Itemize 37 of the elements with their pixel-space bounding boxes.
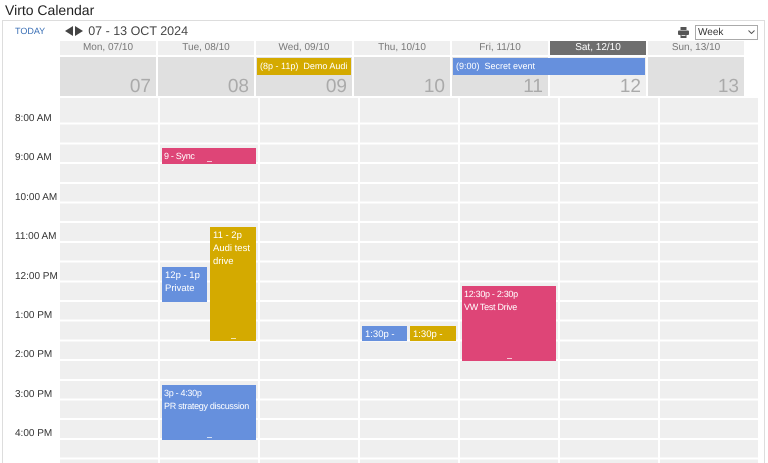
time-label: 3:00 PM — [15, 388, 52, 400]
app-title: Virto Calendar — [5, 2, 94, 18]
day-header[interactable]: Tue, 08/10 — [158, 41, 254, 55]
time-label: 8:00 AM — [15, 113, 52, 124]
all-day-event[interactable]: (9:00) Secret event — [453, 58, 645, 75]
time-label: 12:00 PM — [15, 270, 58, 282]
day-number: 12 — [620, 77, 641, 96]
previous-icon[interactable] — [65, 26, 74, 36]
day-header[interactable]: Mon, 07/10 — [60, 41, 156, 55]
view-dropdown[interactable]: Week — [695, 24, 758, 40]
calendar-event[interactable]: 1:30p - — [362, 326, 407, 342]
day-header[interactable]: Sun, 13/10 — [648, 41, 744, 55]
chevron-icon — [748, 30, 755, 34]
day-column[interactable]: 12:30p - 2:30p VW Test Drive — [460, 98, 558, 463]
calendar-event[interactable]: 11 - 2p Audi test drive — [210, 227, 256, 342]
calendar-event[interactable]: 12p - 1p Private — [162, 266, 207, 302]
next-icon[interactable] — [75, 26, 84, 36]
date-range: 07 - 13 OCT 2024 — [88, 24, 188, 38]
calendar-event[interactable]: 9 - Sync — [162, 148, 256, 164]
day-header[interactable]: Sat, 12/10 — [550, 41, 646, 55]
day-header[interactable]: Thu, 10/10 — [354, 41, 450, 55]
time-label: 1:00 PM — [15, 310, 52, 321]
day-column[interactable]: 1:30p - 1:30p - — [360, 98, 458, 463]
time-label: 2:00 PM — [15, 349, 52, 360]
day-header[interactable]: Fri, 11/10 — [452, 41, 548, 55]
calendar-event[interactable]: 1:30p - — [410, 326, 456, 342]
time-label: 11:00 AM — [15, 231, 57, 242]
time-label: 9:00 AM — [15, 152, 52, 164]
calendar-event[interactable]: 12:30p - 2:30p VW Test Drive — [462, 286, 556, 362]
day-header[interactable]: Wed, 09/10 — [256, 41, 352, 55]
today-link[interactable]: TODAY — [15, 26, 46, 36]
printer-icon[interactable] — [678, 26, 689, 38]
time-label: 10:00 AM — [15, 192, 58, 203]
day-column[interactable]: 9 - Sync 11 - 2p Audi test drive 12p - 1p Private 3p - 4:30p PR strategy discussion — [160, 98, 258, 463]
time-label: 4:00 PM — [15, 428, 52, 440]
all-day-event[interactable]: (8p - 11p) Demo Audi — [257, 58, 351, 75]
calendar-event[interactable]: 3p - 4:30p PR strategy discussion — [162, 384, 256, 440]
